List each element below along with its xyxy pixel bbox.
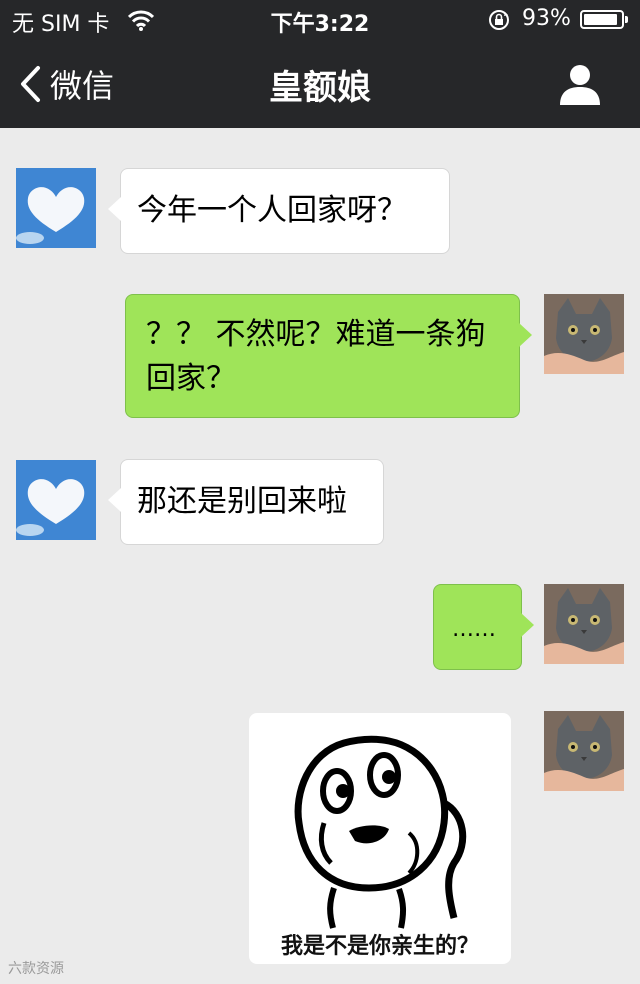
my-avatar[interactable] [544,294,624,374]
message-bubble-incoming[interactable]: 那还是别回来啦 [108,459,384,545]
message-bubble-outgoing[interactable]: …… [433,584,534,670]
bubble-tail [519,323,532,347]
battery-icon [580,10,624,29]
rotation-lock-icon [489,10,509,30]
battery-percent: 93% [522,6,571,31]
message-text-line: ？？ 不然呢？难道一条狗 [146,317,486,352]
message-bubble-incoming[interactable]: 今年一个人回家呀？ [108,168,450,254]
sticker-face-drawing [294,735,467,929]
nav-bar: 微信 皇额娘 [0,40,640,128]
gray-cat-avatar [544,584,624,664]
battery-fill [584,14,617,25]
status-bar: 无 SIM 卡 下午3:22 93% [0,0,640,40]
message-bubble-outgoing[interactable]: ？？ 不然呢？难道一条狗 回家？ [125,294,532,418]
bubble-tail [108,488,121,512]
sticker-message[interactable]: 我是不是你亲生的？ [249,713,511,964]
heart-cloud-avatar [16,168,96,248]
bubble-tail [521,613,534,637]
back-button[interactable]: 微信 [18,64,115,105]
message-text: …… [452,617,496,642]
contact-profile-icon[interactable] [556,62,604,106]
gray-cat-avatar [544,294,624,374]
watermark: 六款资源 [8,961,64,977]
sticker-caption: 我是不是你亲生的？ [280,934,479,959]
back-label: 微信 [50,67,115,105]
message-text-line: 回家？ [146,361,236,396]
contact-avatar[interactable] [16,168,96,248]
my-avatar[interactable] [544,584,624,664]
chevron-left-icon [21,66,40,102]
message-text: 那还是别回来啦 [137,484,347,519]
bubble-tail [108,197,121,221]
heart-cloud-avatar [16,460,96,540]
battery-tip [625,16,628,23]
contact-avatar[interactable] [16,460,96,540]
gray-cat-avatar [544,711,624,791]
message-text: 今年一个人回家呀？ [137,193,407,228]
my-avatar[interactable] [544,711,624,791]
